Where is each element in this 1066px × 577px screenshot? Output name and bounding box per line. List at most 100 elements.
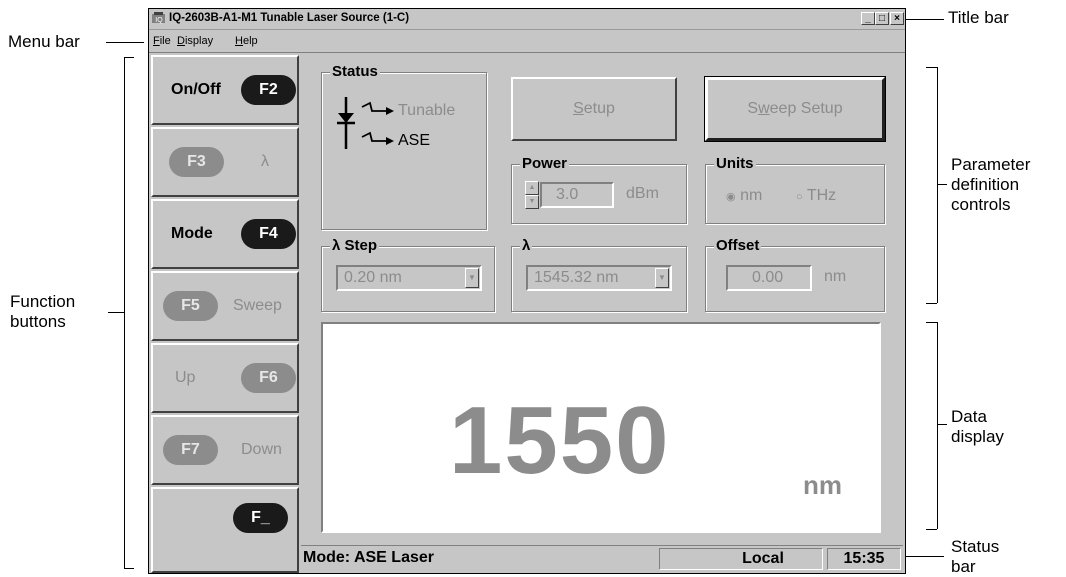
menu-help[interactable]: Help	[235, 35, 258, 47]
setup-button[interactable]: Setup	[511, 77, 677, 141]
param-bracket-bottom	[926, 303, 937, 304]
annotation-function-line-2: buttons	[10, 312, 66, 331]
lambda-dropdown[interactable]: 1545.32 nm ▼	[526, 265, 672, 291]
annotation-data-line-1: Data	[951, 407, 987, 426]
annotation-param-line-2: definition	[951, 175, 1020, 194]
function-bracket-bottom	[124, 568, 134, 569]
lambda-step-value: 0.20 nm	[344, 269, 402, 286]
menu-display-rest: isplay	[184, 35, 214, 47]
setup-accel: S	[573, 100, 584, 117]
lambda-value: 1545.32 nm	[534, 269, 619, 286]
menu-display[interactable]: Display	[177, 35, 213, 47]
display-bracket-top	[926, 322, 937, 323]
app-window: IQ IQ-2603B-A1-M1 Tunable Laser Source (…	[148, 8, 906, 574]
annotation-parameter-controls: Parameter definition controls	[951, 155, 1030, 215]
status-bar: Mode: ASE Laser Local 15:35	[301, 545, 903, 572]
lambda-group-label: λ	[520, 237, 533, 254]
sweep-setup-pre: S	[747, 100, 759, 117]
title-bar[interactable]: IQ IQ-2603B-A1-M1 Tunable Laser Source (…	[149, 9, 905, 30]
down-button[interactable]: F7 Down	[151, 415, 299, 485]
annotation-title-bar: Title bar	[948, 8, 1009, 27]
status-group: Status Tunable ASE	[321, 63, 487, 230]
f2-key-badge: F2	[241, 75, 296, 105]
sweep-setup-rest: eep Setup	[769, 100, 843, 117]
power-unit: dBm	[626, 185, 659, 202]
function-bracket-mid	[108, 312, 124, 313]
maximize-button[interactable]: □	[875, 12, 889, 25]
lambda-step-dropdown[interactable]: 0.20 nm ▼	[336, 265, 482, 291]
mode-label: Mode	[171, 225, 213, 242]
f5-key-badge: F5	[163, 291, 218, 321]
f3-key-badge: F3	[169, 147, 224, 177]
units-group-label: Units	[714, 155, 756, 172]
param-bracket-mid	[937, 184, 947, 185]
display-bracket	[937, 322, 938, 529]
annotation-function-buttons: Function buttons	[10, 292, 75, 332]
annotation-param-line-3: controls	[951, 195, 1011, 214]
menu-file-rest: ile	[159, 35, 171, 47]
down-label: Down	[241, 441, 282, 458]
power-value-field[interactable]: 3.0	[540, 182, 614, 208]
annotation-function-line-1: Function	[10, 292, 76, 311]
lambda-step-dropdown-arrow-icon[interactable]: ▼	[465, 268, 479, 288]
function-bracket	[124, 57, 125, 569]
offset-group: Offset 0.00 nm	[705, 237, 885, 312]
onoff-button[interactable]: On/Off F2	[151, 55, 299, 125]
param-bracket-top	[926, 67, 937, 68]
power-spinner[interactable]: ▲ ▼	[525, 181, 539, 209]
sweep-button[interactable]: F5 Sweep	[151, 271, 299, 341]
units-nm-radio[interactable]: ◉ nm	[726, 187, 762, 205]
radio-unselected-icon: ○	[796, 191, 803, 203]
svg-text:IQ: IQ	[155, 17, 163, 24]
display-bracket-mid	[937, 424, 947, 425]
menu-file[interactable]: File	[153, 35, 171, 47]
annotation-param-line-1: Parameter	[951, 155, 1031, 174]
lambda-step-label: λ Step	[330, 237, 380, 254]
app-icon: IQ	[152, 12, 165, 24]
power-group: Power ▲ ▼ 3.0 dBm	[511, 155, 687, 224]
sweep-setup-button[interactable]: Sweep Setup	[704, 76, 886, 142]
up-label: Up	[175, 369, 196, 386]
lambda-group: λ 1545.32 nm ▼	[511, 237, 687, 312]
param-bracket	[937, 67, 938, 303]
status-time: 15:35	[827, 548, 901, 570]
sweep-setup-accel: w	[758, 100, 770, 117]
title-bar-leader	[906, 19, 944, 20]
units-group: Units ◉ nm ○ THz	[705, 155, 885, 224]
status-location: Local	[659, 548, 823, 570]
lambda-dropdown-arrow-icon[interactable]: ▼	[655, 268, 669, 288]
f7-key-badge: F7	[163, 435, 218, 465]
custom-function-button[interactable]: F_	[151, 487, 299, 573]
laser-diode-icon	[337, 97, 394, 149]
status-bar-leader	[906, 556, 944, 557]
minimize-button[interactable]: _	[861, 12, 875, 25]
f-blank-key-badge: F_	[233, 503, 288, 533]
tunable-label: Tunable	[398, 102, 456, 119]
status-group-label: Status	[330, 63, 380, 80]
menu-display-accel: D	[177, 35, 185, 47]
mode-button[interactable]: Mode F4	[151, 199, 299, 269]
sweep-label: Sweep	[233, 297, 282, 314]
menu-help-rest: elp	[242, 35, 258, 47]
units-thz-radio[interactable]: ○ THz	[796, 187, 836, 205]
display-bracket-bottom	[926, 529, 937, 530]
annotation-data-display: Data display	[951, 407, 1004, 447]
power-down-arrow-icon[interactable]: ▼	[525, 195, 539, 209]
menu-bar-leader	[106, 42, 144, 43]
lambda-step-group: λ Step 0.20 nm ▼	[321, 237, 495, 312]
annotation-data-line-2: display	[951, 427, 1004, 446]
offset-value-field[interactable]: 0.00	[726, 265, 812, 291]
f4-key-badge: F4	[241, 219, 296, 249]
lambda-button[interactable]: F3 λ	[151, 127, 299, 197]
menu-help-accel: H	[235, 35, 243, 47]
close-button[interactable]: ×	[890, 12, 904, 25]
units-nm-label: nm	[740, 187, 763, 204]
annotation-status-bar: Status bar	[951, 537, 999, 577]
offset-group-label: Offset	[714, 237, 762, 254]
units-thz-label: THz	[806, 187, 837, 204]
menu-bar: File Display Help	[149, 30, 905, 53]
power-up-arrow-icon[interactable]: ▲	[525, 181, 539, 195]
data-display: 1550 nm	[321, 322, 881, 533]
wavelength-readout: 1550	[449, 387, 671, 494]
up-button[interactable]: Up F6	[151, 343, 299, 413]
